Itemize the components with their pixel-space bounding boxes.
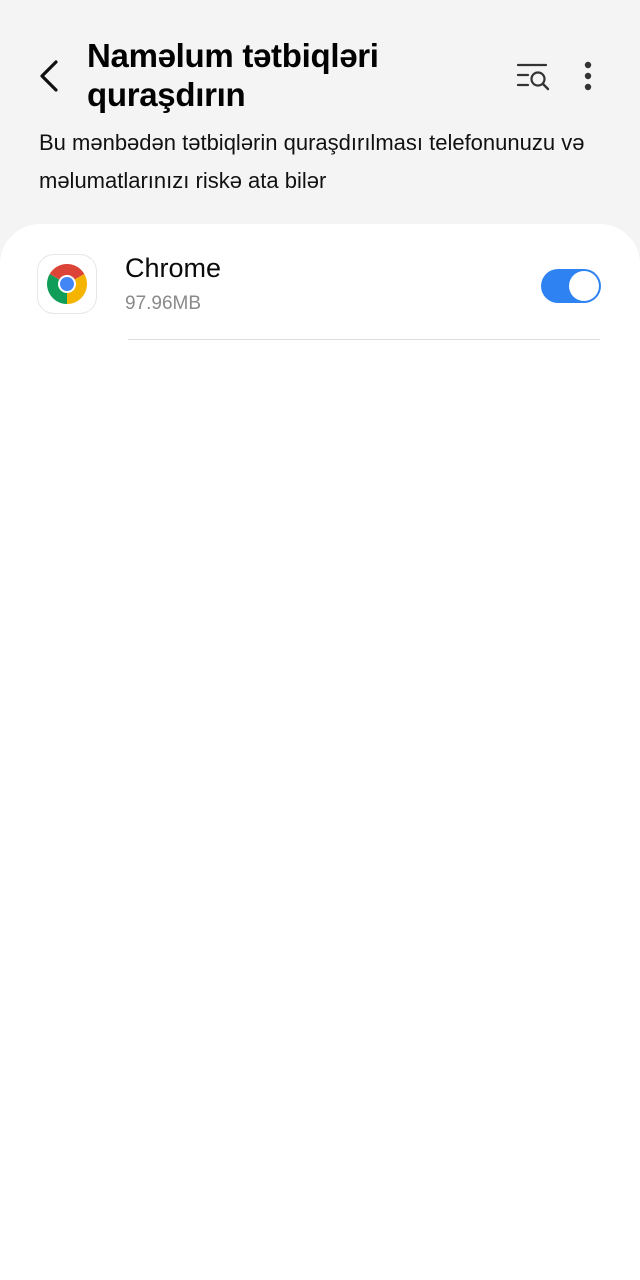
list-search-icon (516, 63, 550, 91)
list-item-chrome[interactable]: Chrome 97.96MB (0, 224, 640, 340)
more-vertical-icon (584, 61, 592, 91)
app-name: Chrome (125, 253, 222, 283)
toggle-knob (569, 271, 599, 301)
app-bar: Naməlum tətbiqləri quraşdırın Bu mənbədə… (0, 0, 640, 224)
search-button[interactable] (510, 52, 558, 100)
app-list-card: Chrome 97.96MB (0, 224, 640, 1280)
list-divider (128, 339, 600, 340)
back-button[interactable] (22, 50, 74, 102)
warning-description: Bu mənbədən tətbiqlərin quraşdırılması t… (39, 130, 585, 193)
app-size: 97.96MB (125, 293, 202, 314)
chevron-left-icon (40, 60, 58, 92)
more-options-button[interactable] (566, 52, 610, 100)
allow-install-toggle[interactable] (541, 269, 601, 303)
chrome-logo-icon (38, 255, 96, 313)
page-title: Naməlum tətbiqləri quraşdırın (87, 37, 379, 113)
